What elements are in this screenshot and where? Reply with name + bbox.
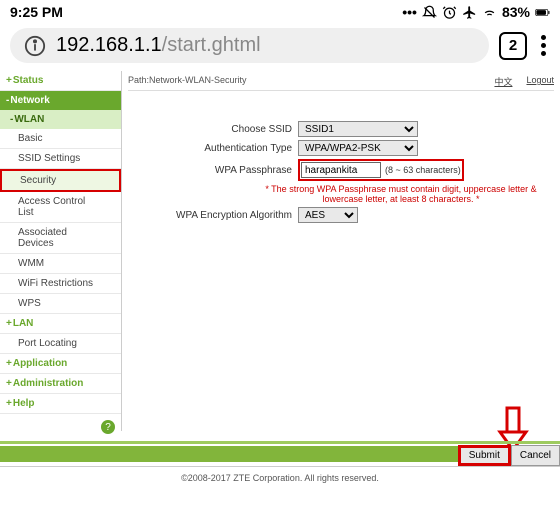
- info-icon: [24, 35, 46, 57]
- clock: 9:25 PM: [10, 4, 63, 20]
- sidebar-item-acl[interactable]: Access Control List: [0, 192, 121, 223]
- passphrase-hint: (8 ~ 63 characters): [385, 165, 461, 175]
- address-bar[interactable]: 192.168.1.1/start.ghtml: [10, 28, 489, 63]
- airplane-icon: [462, 5, 477, 20]
- copyright: ©2008-2017 ZTE Corporation. All rights r…: [0, 466, 560, 485]
- url-text: 192.168.1.1/start.ghtml: [56, 34, 261, 57]
- phone-status-bar: 9:25 PM ••• 83%: [0, 0, 560, 22]
- sidebar-item-status[interactable]: Status: [0, 71, 121, 91]
- browser-chrome: 192.168.1.1/start.ghtml 2: [0, 22, 560, 71]
- battery-icon: [535, 5, 550, 20]
- alarm-icon: [442, 5, 457, 20]
- content-pane: Path:Network-WLAN-Security 中文 Logout Cho…: [122, 71, 560, 431]
- sidebar-item-network[interactable]: Network: [0, 91, 121, 110]
- sidebar-item-lan[interactable]: LAN: [0, 314, 121, 334]
- auth-select[interactable]: WPA/WPA2-PSK: [298, 140, 418, 156]
- encryption-label: WPA Encryption Algorithm: [128, 210, 298, 221]
- sidebar-item-ssid-settings[interactable]: SSID Settings: [0, 149, 121, 169]
- sidebar-item-wps[interactable]: WPS: [0, 294, 121, 314]
- sidebar-item-help[interactable]: Help: [0, 394, 121, 414]
- passphrase-input[interactable]: [301, 162, 381, 178]
- cancel-button[interactable]: Cancel: [511, 445, 560, 466]
- breadcrumb: Path:Network-WLAN-Security: [128, 75, 247, 88]
- sidebar-item-wifi-restrictions[interactable]: WiFi Restrictions: [0, 274, 121, 294]
- bell-off-icon: [422, 5, 437, 20]
- sidebar-item-wlan[interactable]: WLAN: [0, 110, 121, 129]
- language-link[interactable]: 中文: [494, 75, 512, 88]
- status-icons: ••• 83%: [402, 4, 550, 20]
- battery-percent: 83%: [502, 4, 530, 20]
- sidebar-item-security[interactable]: Security: [0, 169, 121, 192]
- ssid-select[interactable]: SSID1: [298, 121, 418, 137]
- ssid-label: Choose SSID: [128, 124, 298, 135]
- wlan-security-form: Choose SSID SSID1 Authentication Type WP…: [128, 121, 554, 223]
- passphrase-label: WPA Passphrase: [128, 165, 298, 176]
- router-page: Status Network WLAN Basic SSID Settings …: [0, 71, 560, 431]
- sidebar-item-port-locating[interactable]: Port Locating: [0, 334, 121, 354]
- breadcrumb-row: Path:Network-WLAN-Security 中文 Logout: [128, 75, 554, 91]
- page-bottom: Submit Cancel ©2008-2017 ZTE Corporation…: [0, 441, 560, 485]
- passphrase-warning: * The strong WPA Passphrase must contain…: [248, 184, 554, 204]
- sidebar-item-administration[interactable]: Administration: [0, 374, 121, 394]
- help-icon[interactable]: ?: [101, 420, 115, 434]
- wifi-icon: [482, 5, 497, 20]
- sidebar-item-wmm[interactable]: WMM: [0, 254, 121, 274]
- tabs-button[interactable]: 2: [499, 32, 527, 60]
- passphrase-group: (8 ~ 63 characters): [298, 159, 464, 181]
- auth-label: Authentication Type: [128, 143, 298, 154]
- more-icon: •••: [402, 4, 417, 20]
- sidebar-item-associated[interactable]: Associated Devices: [0, 223, 121, 254]
- sidebar-item-basic[interactable]: Basic: [0, 129, 121, 149]
- logout-link[interactable]: Logout: [526, 75, 554, 88]
- encryption-select[interactable]: AES: [298, 207, 358, 223]
- sidebar-item-application[interactable]: Application: [0, 354, 121, 374]
- sidebar: Status Network WLAN Basic SSID Settings …: [0, 71, 122, 431]
- menu-button[interactable]: [537, 35, 550, 56]
- submit-button[interactable]: Submit: [458, 445, 511, 466]
